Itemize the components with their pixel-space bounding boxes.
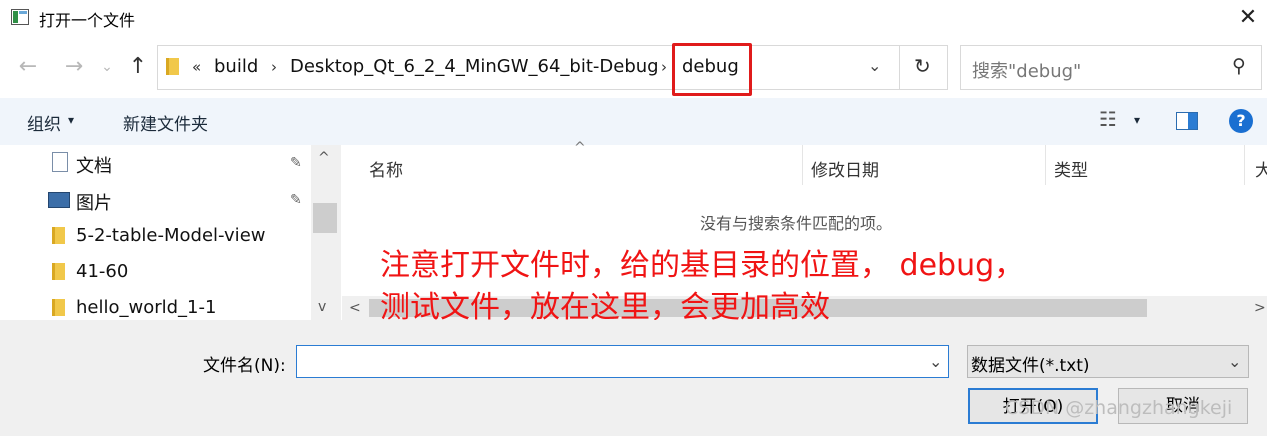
column-header-name[interactable]: 名称 [369,156,403,181]
sidebar-item-pictures[interactable]: 图片 [76,189,112,215]
file-type-value[interactable]: 数据文件(*.txt) [971,351,1090,376]
scroll-left-icon[interactable]: < [349,300,361,316]
organize-button[interactable]: 组织 [27,110,61,135]
file-type-select[interactable]: 数据文件(*.txt) ⌄ [967,345,1249,378]
new-folder-button[interactable]: 新建文件夹 [123,110,208,135]
search-icon[interactable]: ⚲ [1232,55,1246,77]
pin-icon[interactable]: ✎ [290,155,302,171]
filename-field[interactable]: ⌄ [296,345,949,378]
breadcrumb-overflow[interactable]: « [192,56,201,78]
scroll-down-icon[interactable]: v [318,299,326,315]
title-bar: 打开一个文件 ✕ [0,0,1267,36]
annotation-line-1: 注意打开文件时，给的基目录的位置， debug， [380,248,1025,283]
search-box[interactable]: 搜索"debug" ⚲ [960,45,1262,90]
column-divider[interactable] [802,145,803,185]
folder-icon [166,58,179,75]
up-folder-icon[interactable]: ↑ [126,52,150,82]
preview-pane-icon[interactable] [1176,112,1198,130]
close-icon[interactable]: ✕ [1236,4,1260,32]
column-divider[interactable] [1045,145,1046,185]
column-divider[interactable] [1244,145,1245,185]
debug-highlight-box [672,43,752,96]
app-icon [11,9,29,25]
pictures-icon [48,192,70,208]
documents-icon [52,152,68,172]
sidebar-item-folder[interactable]: 5-2-table-Model-view [76,225,265,246]
command-toolbar: 组织 ▾ 新建文件夹 ☷ ▾ [0,98,1267,145]
view-options-icon[interactable]: ☷ [1099,107,1117,131]
file-type-dropdown-icon[interactable]: ⌄ [1228,352,1241,371]
column-header-size[interactable]: 大 [1255,156,1267,181]
search-input[interactable]: 搜索"debug" [972,57,1081,83]
folder-icon [52,299,65,316]
sidebar-scroll-thumb[interactable] [313,203,337,233]
sort-indicator-icon: ^ [574,140,586,156]
breadcrumb-separator: › [271,58,277,76]
column-header-type[interactable]: 类型 [1054,156,1088,181]
column-header-date[interactable]: 修改日期 [811,156,879,181]
recent-locations-icon[interactable]: ⌄ [100,52,114,82]
divider [899,46,900,89]
address-dropdown-icon[interactable]: ⌄ [868,56,881,75]
sidebar-item-documents[interactable]: 文档 [76,152,112,178]
scroll-up-icon[interactable]: ^ [318,150,330,166]
filename-label: 文件名(N): [203,356,286,376]
refresh-icon[interactable]: ↻ [914,55,931,77]
forward-icon[interactable]: → [62,52,86,82]
filename-dropdown-icon[interactable]: ⌄ [929,352,942,371]
folder-icon [52,227,65,244]
breadcrumb-build[interactable]: build [214,56,258,78]
window-title: 打开一个文件 [39,11,136,30]
view-dropdown-icon[interactable]: ▾ [1134,113,1140,127]
help-icon[interactable]: ? [1229,109,1253,133]
scroll-right-icon[interactable]: > [1254,300,1266,316]
organize-dropdown-icon[interactable]: ▾ [68,113,74,127]
pin-icon[interactable]: ✎ [290,192,302,208]
sidebar-item-folder[interactable]: 41-60 [76,261,128,282]
back-icon[interactable]: ← [16,52,40,82]
folder-icon [52,263,65,280]
address-bar[interactable]: « build › Desktop_Qt_6_2_4_MinGW_64_bit-… [157,45,948,90]
sidebar-item-folder[interactable]: hello_world_1-1 [76,297,216,318]
watermark: CSDN @zhangzhangkeji [1005,397,1233,419]
breadcrumb-separator: › [661,58,667,76]
empty-message: 没有与搜索条件匹配的项。 [700,214,893,233]
breadcrumb-desktop-qt[interactable]: Desktop_Qt_6_2_4_MinGW_64_bit-Debug [290,56,659,78]
